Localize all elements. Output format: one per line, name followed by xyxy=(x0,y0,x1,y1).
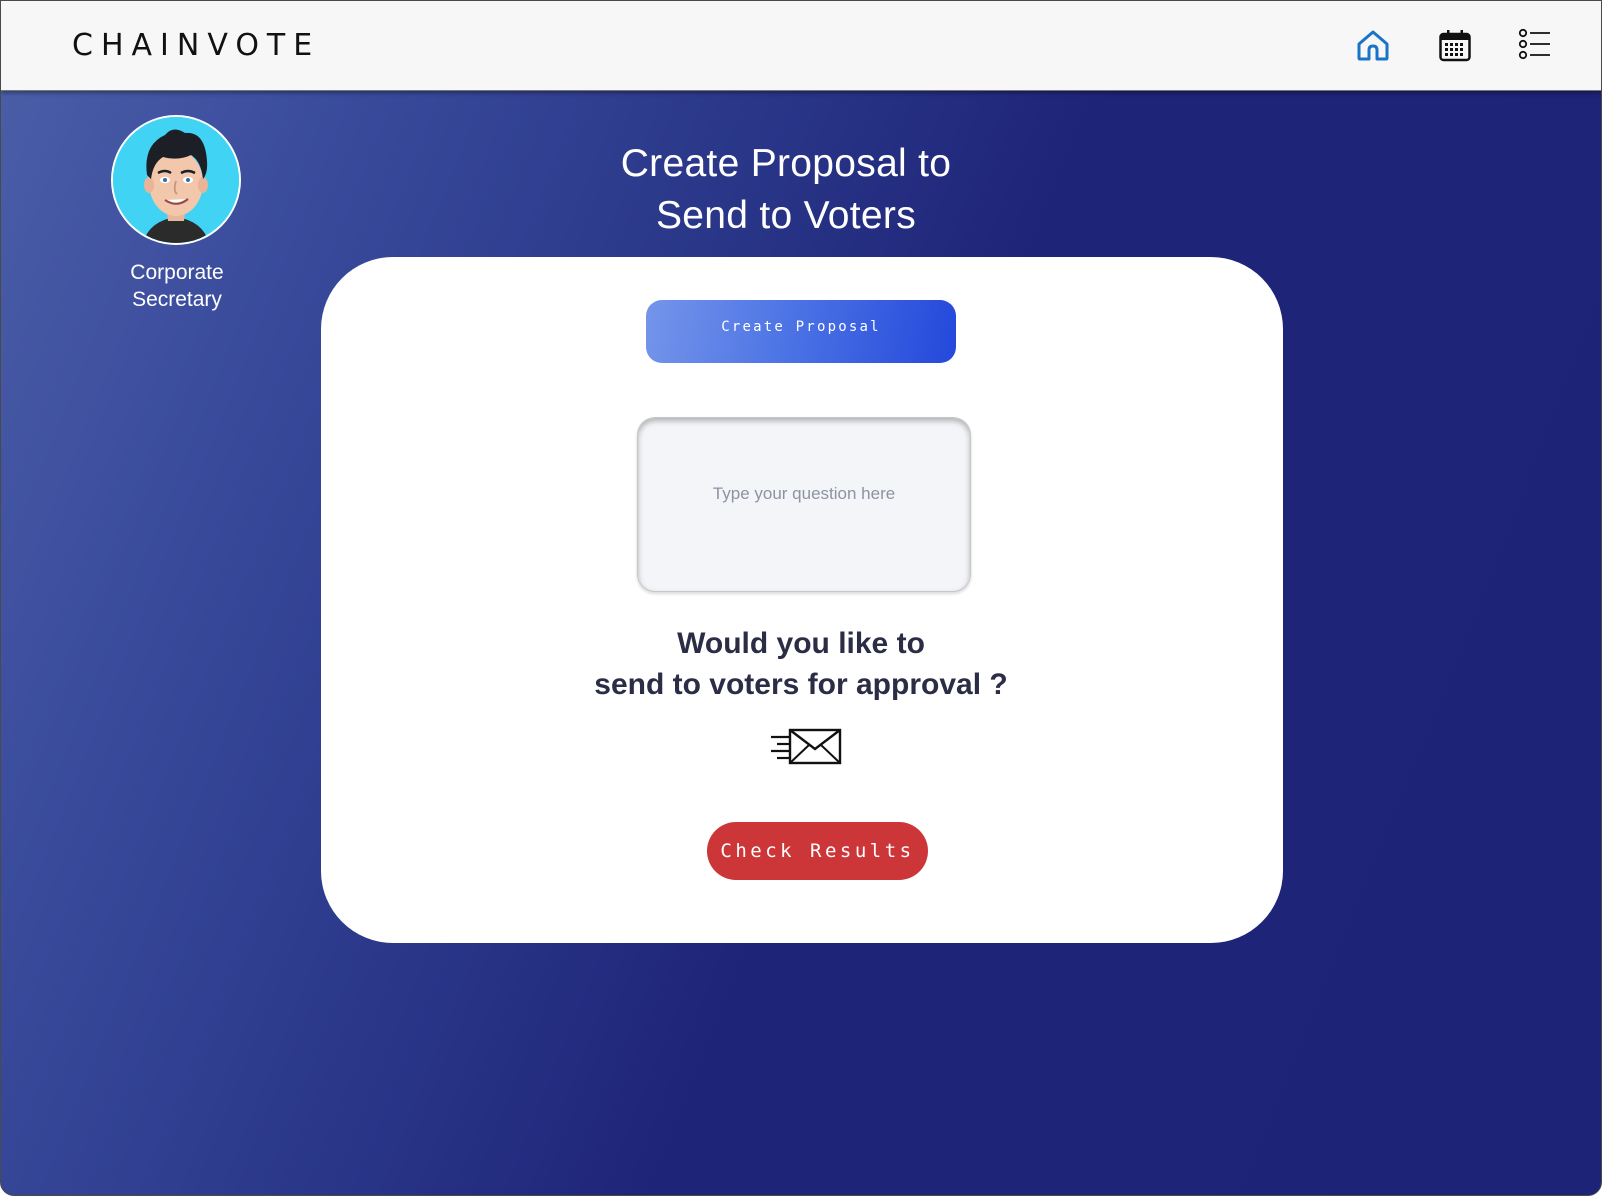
profile-role: Corporate Secretary xyxy=(101,259,253,313)
page-title-line2: Send to Voters xyxy=(655,194,917,237)
home-icon[interactable] xyxy=(1351,23,1395,67)
approval-prompt-line2: send to voters for approval ? xyxy=(594,668,1008,701)
profile-role-line1: Corporate xyxy=(130,261,224,284)
top-navbar: CHAINVOTE xyxy=(1,1,1601,91)
check-results-button[interactable]: Check Results xyxy=(707,822,928,880)
avatar[interactable] xyxy=(111,115,241,245)
approval-prompt: Would you like to send to voters for app… xyxy=(551,623,1051,705)
question-placeholder: Type your question here xyxy=(712,483,896,503)
brand-logo[interactable]: CHAINVOTE xyxy=(72,28,320,63)
approval-prompt-line1: Would you like to xyxy=(677,627,925,660)
page-title-line1: Create Proposal to xyxy=(620,142,952,185)
calendar-icon[interactable] xyxy=(1433,23,1477,67)
proposal-card: Create Proposal Type your question here … xyxy=(321,257,1283,943)
list-icon[interactable] xyxy=(1513,23,1557,67)
question-input[interactable]: Type your question here xyxy=(637,417,971,592)
page-title: Create Proposal to Send to Voters xyxy=(561,138,1011,242)
app-window: CHAINVOTE Corporate Secretary Create Pro… xyxy=(0,0,1602,1196)
send-mail-icon[interactable] xyxy=(769,727,845,767)
profile-role-line2: Secretary xyxy=(132,288,222,311)
create-proposal-button[interactable]: Create Proposal xyxy=(646,300,956,363)
